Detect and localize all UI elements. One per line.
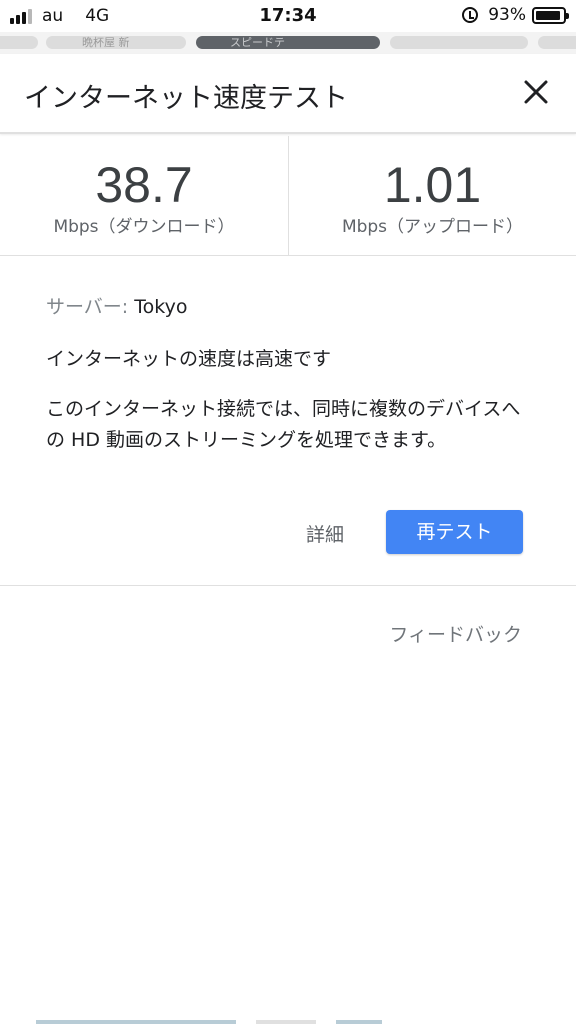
upload-unit: Mbps（アップロード） <box>341 217 524 237</box>
battery-icon <box>532 6 569 24</box>
download-unit: Mbps（ダウンロード） <box>53 217 235 237</box>
browser-tab-3[interactable] <box>390 36 528 49</box>
browser-tab-1[interactable]: 晩杯屋 新 <box>46 36 186 49</box>
browser-tab-4[interactable] <box>538 36 576 49</box>
speed-results: 38.7 Mbps（ダウンロード） 1.01 Mbps（アップロード） <box>0 136 576 256</box>
battery-percent: 93% <box>488 5 526 25</box>
page-title: インターネット速度テスト <box>24 83 348 114</box>
alarm-icon <box>462 7 479 23</box>
details-link[interactable]: 詳細 <box>306 520 344 547</box>
status-bar: au 4G 17:34 93% <box>0 0 576 32</box>
feedback-link[interactable]: フィードバック <box>389 620 522 647</box>
server-value: Tokyo <box>134 296 188 318</box>
upload-value: 1.01 <box>383 157 482 213</box>
details-section: サーバー: Tokyo インターネットの速度は高速です このインターネット接続で… <box>0 256 576 586</box>
server-label: サーバー: <box>46 296 129 318</box>
retest-button[interactable]: 再テスト <box>386 510 523 554</box>
bottom-partial-content <box>0 1010 576 1024</box>
browser-tab-active[interactable]: スピードテ <box>196 36 380 49</box>
speed-description: このインターネット接続では、同時に複数のデバイスへの HD 動画のストリーミング… <box>46 398 521 451</box>
speedtest-header: インターネット速度テスト <box>0 54 576 134</box>
status-right: 93% <box>462 5 569 25</box>
upload-result: 1.01 Mbps（アップロード） <box>288 136 576 256</box>
close-button[interactable] <box>522 78 550 106</box>
close-icon <box>524 80 548 104</box>
browser-tab-partial[interactable] <box>0 36 38 49</box>
server-row: サーバー: Tokyo <box>46 292 187 319</box>
browser-tab-strip: 晩杯屋 新 スピードテ <box>0 32 576 54</box>
speed-summary: インターネットの速度は高速です <box>46 348 332 370</box>
download-result: 38.7 Mbps（ダウンロード） <box>0 136 288 256</box>
download-value: 38.7 <box>95 157 193 213</box>
